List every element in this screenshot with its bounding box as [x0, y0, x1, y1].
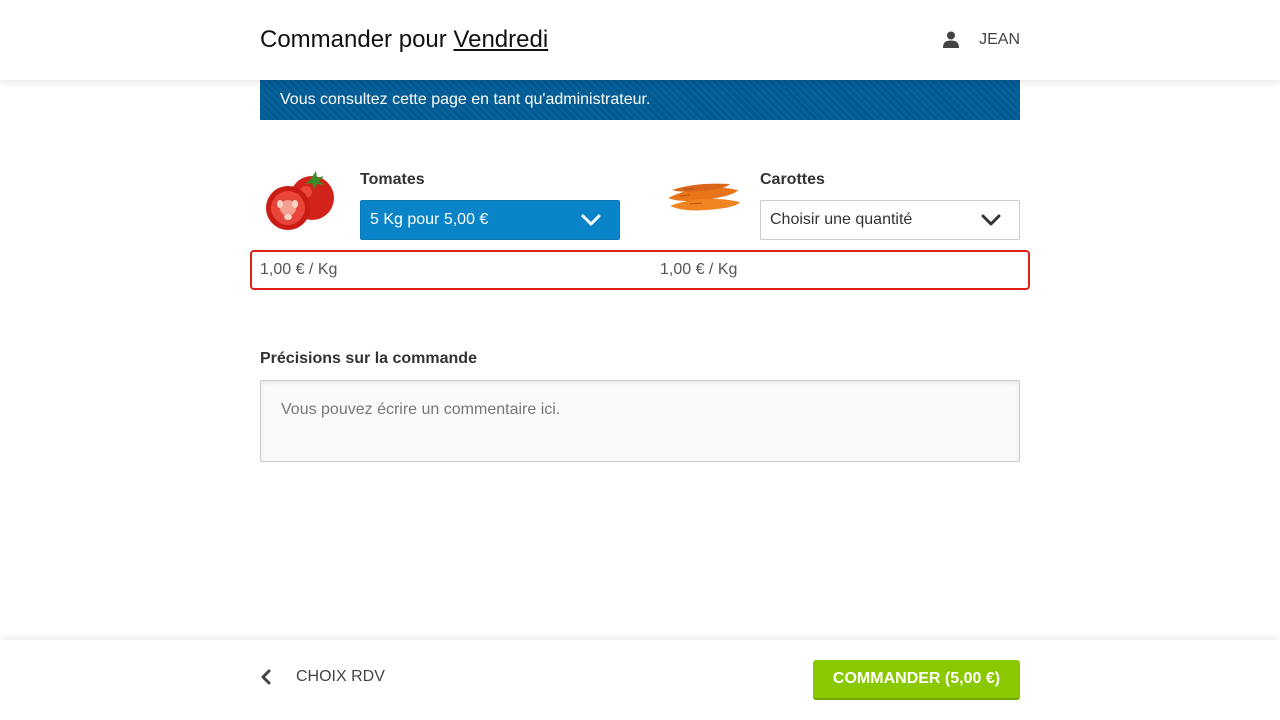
carrots-unit-price: 1,00 € / Kg	[660, 261, 738, 278]
product-name: Carottes	[760, 171, 825, 188]
selected-quantity: 5 Kg pour 5,00 €	[370, 211, 489, 228]
chevron-down-icon	[981, 214, 1001, 226]
comment-label: Précisions sur la commande	[260, 350, 477, 367]
page-title: Commander pour Vendredi	[260, 25, 548, 55]
user-icon	[943, 31, 960, 48]
carrots-quantity-select[interactable]: Choisir une quantité	[760, 200, 1020, 240]
title-prefix: Commander pour	[260, 26, 447, 53]
delivery-day-link[interactable]: Vendredi	[453, 26, 548, 53]
order-button[interactable]: COMMANDER (5,00 €)	[813, 660, 1020, 700]
chevron-left-icon	[261, 669, 271, 685]
top-header: Commander pour Vendredi JEAN	[0, 0, 1280, 80]
tomatoes-unit-price: 1,00 € / Kg	[260, 261, 338, 278]
tomatoes-image	[266, 171, 334, 230]
back-label: CHOIX RDV	[296, 668, 385, 685]
bottom-bar: CHOIX RDV COMMANDER (5,00 €)	[0, 640, 1280, 720]
product-name: Tomates	[360, 171, 425, 188]
unit-prices-row: 1,00 € / Kg 1,00 € / Kg	[250, 250, 1030, 290]
chevron-down-icon	[581, 214, 601, 226]
carrots-image	[668, 183, 740, 211]
admin-notice-banner: Vous consultez cette page en tant qu'adm…	[260, 80, 1020, 120]
selected-quantity: Choisir une quantité	[770, 211, 913, 228]
product-carrots: Carottes Choisir une quantité	[660, 160, 1020, 240]
user-menu[interactable]: JEAN	[943, 28, 1020, 52]
product-tomatoes: Tomates 5 Kg pour 5,00 €	[260, 160, 620, 240]
back-button[interactable]: CHOIX RDV	[260, 668, 385, 686]
tomatoes-quantity-select[interactable]: 5 Kg pour 5,00 €	[360, 200, 620, 240]
comment-field[interactable]	[260, 380, 1020, 462]
user-name: JEAN	[979, 31, 1020, 48]
